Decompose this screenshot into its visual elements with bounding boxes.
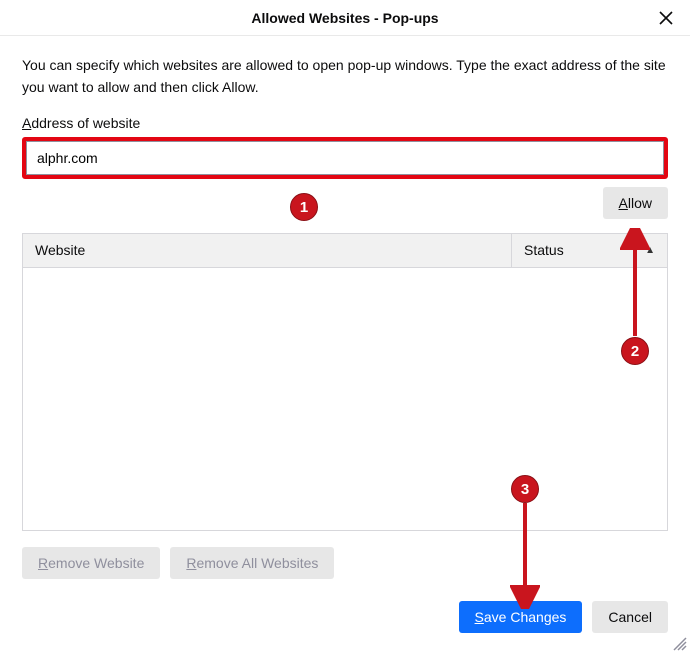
remove-website-button[interactable]: Remove Website xyxy=(22,547,160,579)
table-header: Website Status ▲ xyxy=(23,234,667,268)
save-changes-button[interactable]: Save Changes xyxy=(459,601,583,633)
table-body xyxy=(23,268,667,530)
column-website[interactable]: Website xyxy=(23,234,511,267)
websites-table: Website Status ▲ xyxy=(22,233,668,531)
annotation-badge-1: 1 xyxy=(290,193,318,221)
address-input[interactable] xyxy=(26,141,664,175)
annotation-badge-2: 2 xyxy=(621,337,649,365)
column-status[interactable]: Status ▲ xyxy=(511,234,667,267)
dialog-description: You can specify which websites are allow… xyxy=(22,54,668,99)
remove-all-websites-button[interactable]: Remove All Websites xyxy=(170,547,334,579)
cancel-button[interactable]: Cancel xyxy=(592,601,668,633)
close-button[interactable] xyxy=(654,6,678,30)
sort-arrow-icon: ▲ xyxy=(645,245,655,256)
allow-button[interactable]: Allow xyxy=(603,187,668,219)
dialog-titlebar: Allowed Websites - Pop-ups xyxy=(0,0,690,36)
annotation-badge-3: 3 xyxy=(511,475,539,503)
address-input-highlight xyxy=(22,137,668,179)
address-label: Address of website xyxy=(22,115,668,131)
dialog-title: Allowed Websites - Pop-ups xyxy=(251,10,438,26)
close-icon xyxy=(659,11,673,25)
